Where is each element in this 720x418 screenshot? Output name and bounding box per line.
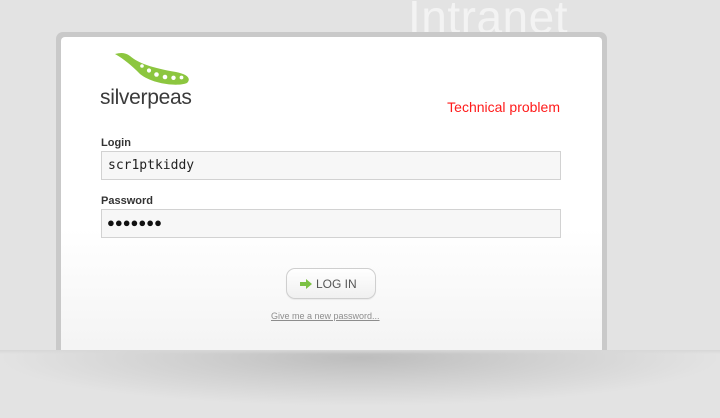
login-input[interactable]: scr1ptkiddy [101, 151, 561, 180]
password-label: Password [101, 195, 153, 207]
error-message: Technical problem [447, 99, 560, 115]
password-input[interactable]: ●●●●●●● [101, 209, 561, 238]
login-input-value: scr1ptkiddy [108, 158, 195, 173]
card-shadow [0, 350, 720, 418]
login-label: Login [101, 137, 131, 149]
silverpeas-logo: silverpeas [100, 50, 210, 114]
login-button[interactable]: LOG IN [286, 268, 376, 299]
logo-text: silverpeas [100, 86, 192, 109]
card-shadow-edge [0, 350, 720, 354]
green-arrow-icon [300, 279, 312, 289]
password-input-value: ●●●●●●● [107, 215, 162, 230]
forgot-password-link[interactable]: Give me a new password... [271, 311, 380, 321]
login-button-label: LOG IN [316, 277, 357, 291]
pea-pod-icon [115, 52, 189, 85]
